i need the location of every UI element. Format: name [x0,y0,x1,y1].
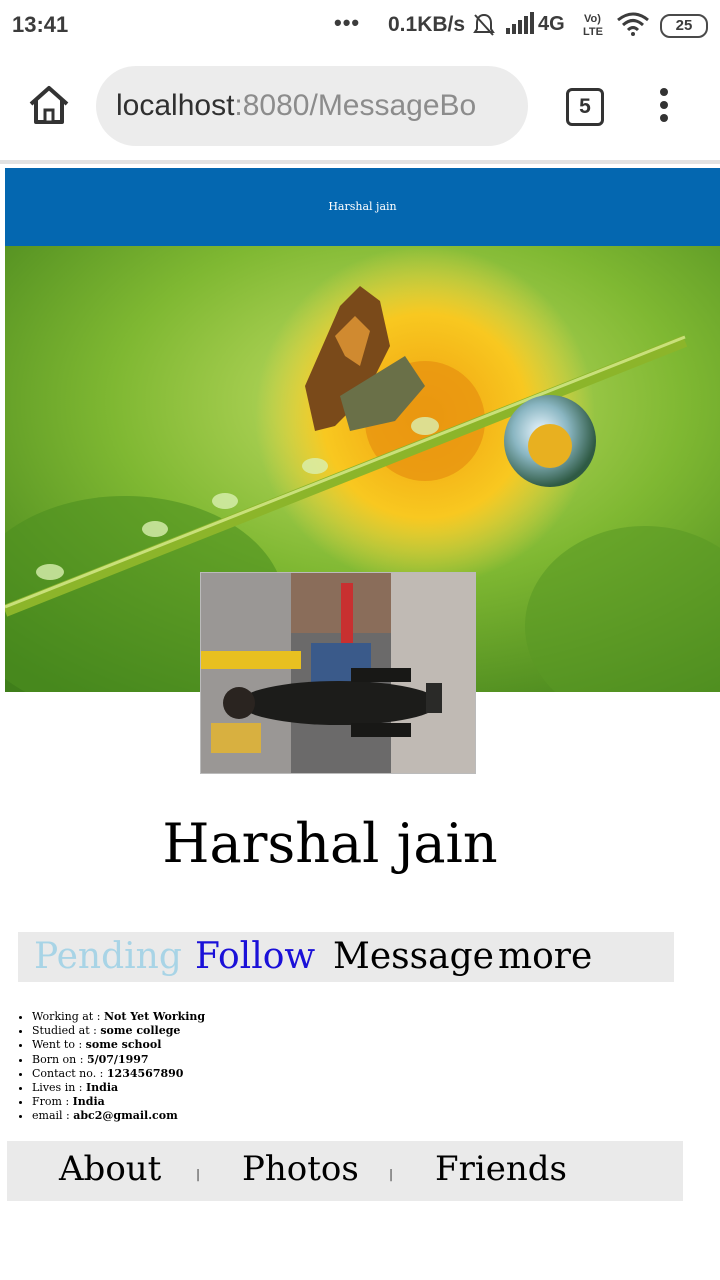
profile-name: Harshal jain [162,812,498,875]
menu-icon[interactable] [654,88,674,126]
network-type: 4G [538,13,565,35]
info-lives-in: Lives in : India [32,1081,205,1095]
home-icon[interactable] [26,82,72,128]
wifi-icon [616,12,650,41]
url-bar[interactable]: localhost:8080/MessageBo [96,66,528,146]
browser-toolbar: localhost:8080/MessageBo 5 [0,52,720,160]
pending-button[interactable]: Pending [34,934,182,980]
nav-about[interactable]: About [59,1147,161,1191]
info-email: email : abc2@gmail.com [32,1109,205,1123]
info-contact: Contact no. : 1234567890 [32,1067,205,1081]
svg-text:Vo): Vo) [584,13,601,25]
toolbar-divider [0,160,720,164]
message-link[interactable]: Message [333,934,494,980]
tabs-icon[interactable]: 5 [566,88,604,126]
svg-text:LTE: LTE [583,26,603,38]
more-link[interactable]: more [498,934,592,980]
battery-icon: 25 [660,14,708,38]
profile-section-nav: About | Photos | Friends [7,1141,683,1201]
status-bar: 13:41 ••• 0.1KB/s 4G Vo) LTE 25 [0,0,720,52]
profile-action-bar: Pending Follow Message more [18,932,674,982]
info-born: Born on : 5/07/1997 [32,1053,205,1067]
status-network-speed: 0.1KB/s [388,13,466,36]
info-school: Went to : some school [32,1038,205,1052]
nav-photos[interactable]: Photos [242,1147,359,1191]
nav-separator: | [196,1167,201,1181]
follow-link[interactable]: Follow [195,934,315,980]
status-time: 13:41 [12,12,69,37]
info-college: Studied at : some college [32,1024,205,1038]
signal-icon [504,12,534,41]
status-dots: ••• [334,10,361,35]
volte-icon: Vo) LTE [582,10,608,43]
profile-info-list: Working at : Not Yet Working Studied at … [20,1010,205,1124]
nav-separator: | [389,1167,394,1181]
url-host: localhost [116,89,235,122]
mute-icon [472,12,496,43]
info-from: From : India [32,1095,205,1109]
info-work: Working at : Not Yet Working [32,1010,205,1024]
nav-friends[interactable]: Friends [435,1147,567,1191]
profile-picture[interactable] [200,572,476,774]
url-path: :8080/MessageBo [234,89,477,122]
page-header: Harshal jain [5,168,720,246]
